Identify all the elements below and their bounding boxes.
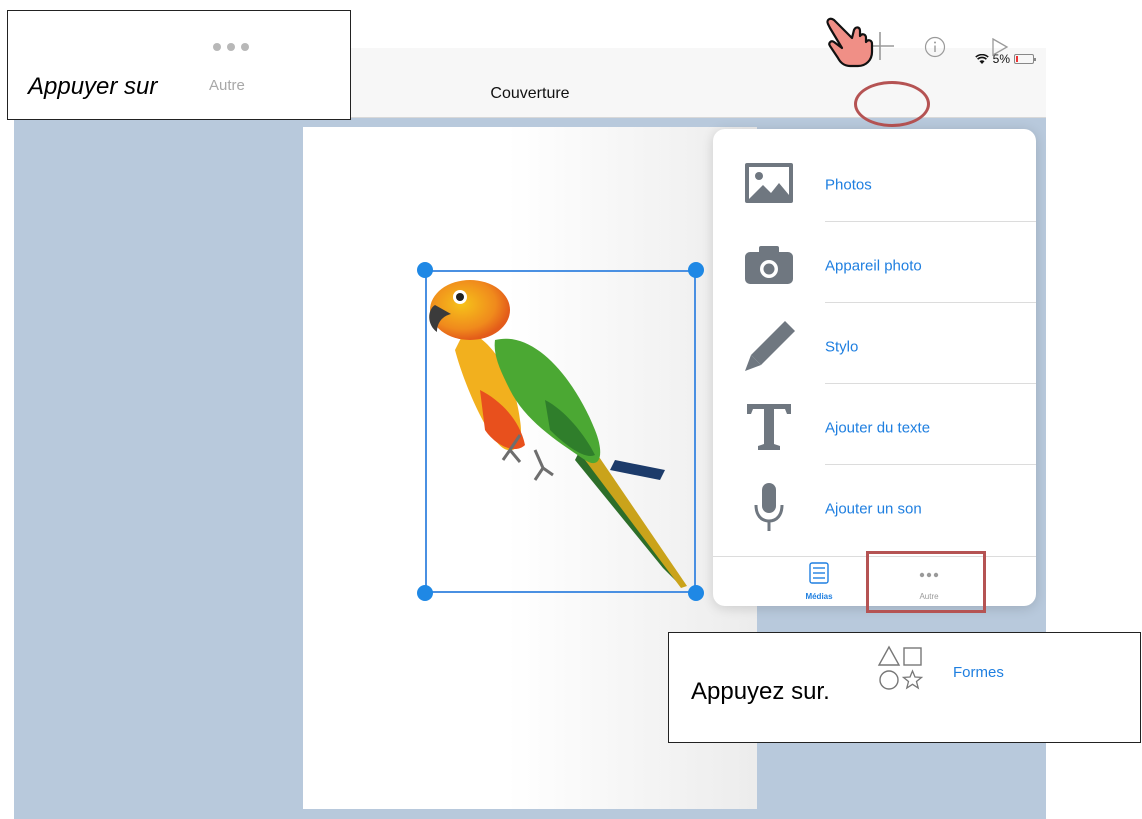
- add-button-highlight: [854, 81, 930, 127]
- pointing-hand-icon: [826, 17, 874, 68]
- menu-item-text[interactable]: Ajouter du texte: [713, 384, 1036, 465]
- instruction-callout-bottom: Appuyez sur. Formes: [668, 632, 1141, 743]
- microphone-icon: [754, 483, 784, 531]
- pen-icon: [745, 321, 795, 371]
- battery-icon: [1014, 54, 1036, 64]
- menu-label-sound: Ajouter un son: [825, 500, 922, 518]
- info-button[interactable]: [924, 36, 946, 58]
- menu-label-text: Ajouter du texte: [825, 419, 931, 437]
- photos-icon: [745, 163, 793, 203]
- menu-item-sound[interactable]: Ajouter un son: [713, 465, 1036, 546]
- selection-frame[interactable]: [425, 270, 696, 593]
- add-media-popover: Photos Appareil photo Stylo Ajouter du t…: [713, 129, 1036, 606]
- resize-handle-bottom-left[interactable]: [417, 585, 433, 601]
- instruction-callout-top: Appuyer sur Autre: [7, 10, 351, 120]
- menu-item-photos[interactable]: Photos: [713, 141, 1036, 222]
- play-button[interactable]: [988, 36, 1010, 58]
- resize-handle-top-right[interactable]: [688, 262, 704, 278]
- resize-handle-top-left[interactable]: [417, 262, 433, 278]
- tab-medias[interactable]: Médias: [781, 557, 857, 607]
- shapes-icon: [877, 645, 924, 690]
- list-icon: [809, 562, 829, 584]
- more-icon: [213, 43, 249, 51]
- wifi-icon: [974, 53, 989, 64]
- menu-item-pen[interactable]: Stylo: [713, 303, 1036, 384]
- menu-label-pen: Stylo: [825, 338, 859, 356]
- formes-label: Formes: [953, 664, 1004, 681]
- autre-highlight: [866, 551, 986, 613]
- instruction-text: Appuyez sur.: [691, 678, 830, 705]
- tab-label-medias: Médias: [805, 592, 833, 601]
- resize-handle-bottom-right[interactable]: [688, 585, 704, 601]
- text-icon: [747, 404, 791, 450]
- instruction-text: Appuyer sur: [28, 73, 158, 100]
- menu-item-camera[interactable]: Appareil photo: [713, 222, 1036, 303]
- camera-icon: [745, 246, 793, 284]
- menu-label-camera: Appareil photo: [825, 257, 922, 275]
- menu-label-photos: Photos: [825, 176, 872, 194]
- autre-label: Autre: [209, 77, 245, 94]
